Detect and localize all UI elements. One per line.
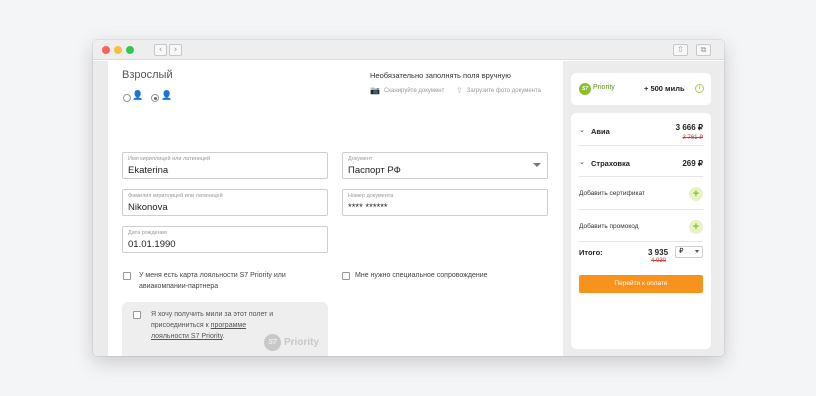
first-name-label: Имя кириллицей или латиницей: [128, 156, 211, 162]
insurance-price: 269 ₽: [682, 159, 703, 168]
passenger-type-title: Взрослый: [122, 69, 173, 81]
add-certificate-button[interactable]: +: [689, 187, 703, 201]
chevron-down-icon[interactable]: ⌄: [579, 158, 585, 166]
upload-icon: ⇪: [456, 86, 463, 95]
last-name-field[interactable]: Фамилия кириллицей или латиницей Nikonov…: [122, 189, 328, 216]
s7-logo-badge: S7: [264, 334, 281, 351]
add-certificate-label[interactable]: Добавить сертификат: [579, 190, 645, 197]
miles-offer-checkbox[interactable]: [133, 311, 141, 319]
divider: [579, 209, 703, 210]
avia-old-price: 3 761 ₽: [682, 135, 704, 141]
back-button[interactable]: ‹: [154, 44, 167, 56]
divider: [579, 145, 703, 146]
add-promo-button[interactable]: +: [689, 220, 703, 234]
miles-offer-card: Я хочу получить мили за этот полет и при…: [122, 302, 328, 356]
passenger-radio-2[interactable]: [151, 94, 159, 102]
upload-photo-link[interactable]: ⇪ Загрузите фото документа: [456, 86, 541, 95]
chevron-down-icon[interactable]: ⌄: [579, 126, 585, 134]
special-support-checkbox-label[interactable]: Мне нужно специальное сопровождение: [355, 270, 545, 281]
upload-photo-label: Загрузите фото документа: [466, 87, 541, 94]
s7-logo-word: Priority: [284, 337, 320, 348]
add-promo-label[interactable]: Добавить промокод: [579, 223, 639, 230]
scan-document-link[interactable]: 📷 Сканируйте документ: [370, 86, 444, 95]
browser-window: ‹ › ⇧ ⧉ Взрослый 👤 👤 Необязательно запол…: [93, 40, 724, 356]
birth-date-value[interactable]: 01.01.1990: [128, 239, 176, 250]
priority-miles-card: S7 Priority + 500 миль i: [571, 73, 711, 105]
forward-button[interactable]: ›: [169, 44, 182, 56]
divider: [579, 176, 703, 177]
camera-icon: 📷: [370, 86, 380, 95]
proceed-to-payment-button[interactable]: Перейти к оплате: [579, 275, 703, 293]
close-window-button[interactable]: [102, 46, 110, 54]
first-name-field[interactable]: Имя кириллицей или латиницей Ekaterina: [122, 152, 328, 179]
birth-date-field[interactable]: Дата рождения 01.01.1990: [122, 226, 328, 253]
minimize-window-button[interactable]: [114, 46, 122, 54]
duplicate-icon[interactable]: ⧉: [696, 44, 711, 56]
document-number-value[interactable]: **** ******: [348, 202, 388, 213]
currency-value: ₽: [679, 248, 684, 255]
window-titlebar: ‹ › ⇧ ⧉: [93, 40, 724, 60]
share-icon[interactable]: ⇧: [673, 44, 688, 56]
optional-note: Необязательно заполнять поля вручную: [370, 71, 511, 80]
currency-select[interactable]: ₽: [675, 246, 703, 258]
birth-date-label: Дата рождения: [128, 230, 167, 236]
last-name-value[interactable]: Nikonova: [128, 202, 168, 213]
document-type-label: Документ: [348, 156, 373, 162]
total-label: Итого:: [579, 248, 603, 257]
loyalty-card-checkbox-label[interactable]: У меня есть карта лояльности S7 Priority…: [139, 270, 324, 292]
document-number-field[interactable]: Номер документа **** ******: [342, 189, 548, 216]
total-value: 3 935: [648, 248, 669, 257]
order-sidebar: S7 Priority + 500 миль i ⌄ Авиа 3 666 ₽ …: [563, 61, 724, 356]
scan-document-label: Сканируйте документ: [383, 87, 445, 94]
info-icon[interactable]: i: [695, 84, 704, 93]
divider: [579, 241, 703, 242]
miles-bonus: + 500 миль: [644, 84, 685, 93]
order-summary-card: ⌄ Авиа 3 666 ₽ 3 761 ₽ ⌄ Страховка 269 ₽…: [571, 113, 711, 349]
avia-price: 3 666 ₽: [675, 123, 703, 132]
miles-offer-text: Я хочу получить мили за этот полет и при…: [151, 309, 281, 342]
maximize-window-button[interactable]: [126, 46, 134, 54]
chevron-down-icon[interactable]: [533, 163, 541, 167]
first-name-value[interactable]: Ekaterina: [128, 165, 168, 176]
chevron-down-icon: [695, 250, 699, 253]
insurance-row-label[interactable]: Страховка: [591, 159, 630, 168]
person-icon: 👤: [161, 91, 173, 101]
document-type-value[interactable]: Паспорт РФ: [348, 165, 401, 176]
passenger-form: Взрослый 👤 👤 Необязательно заполнять пол…: [108, 61, 563, 356]
s7-priority-badge: S7: [579, 83, 591, 95]
avia-row-label[interactable]: Авиа: [591, 127, 610, 136]
document-type-select[interactable]: Документ Паспорт РФ: [342, 152, 548, 179]
total-old-value: 4 030: [651, 258, 667, 264]
person-icon: 👤: [132, 91, 144, 101]
s7-priority-logo: S7 Priority: [264, 334, 319, 351]
passenger-radio-1[interactable]: [123, 94, 131, 102]
priority-label: Priority: [593, 84, 615, 91]
miles-offer-text-end: .: [222, 333, 225, 340]
document-number-label: Номер документа: [348, 193, 394, 199]
last-name-label: Фамилия кириллицей или латиницей: [128, 193, 223, 199]
special-support-checkbox[interactable]: [342, 272, 350, 280]
loyalty-card-checkbox[interactable]: [123, 272, 131, 280]
left-gutter: [93, 61, 108, 356]
